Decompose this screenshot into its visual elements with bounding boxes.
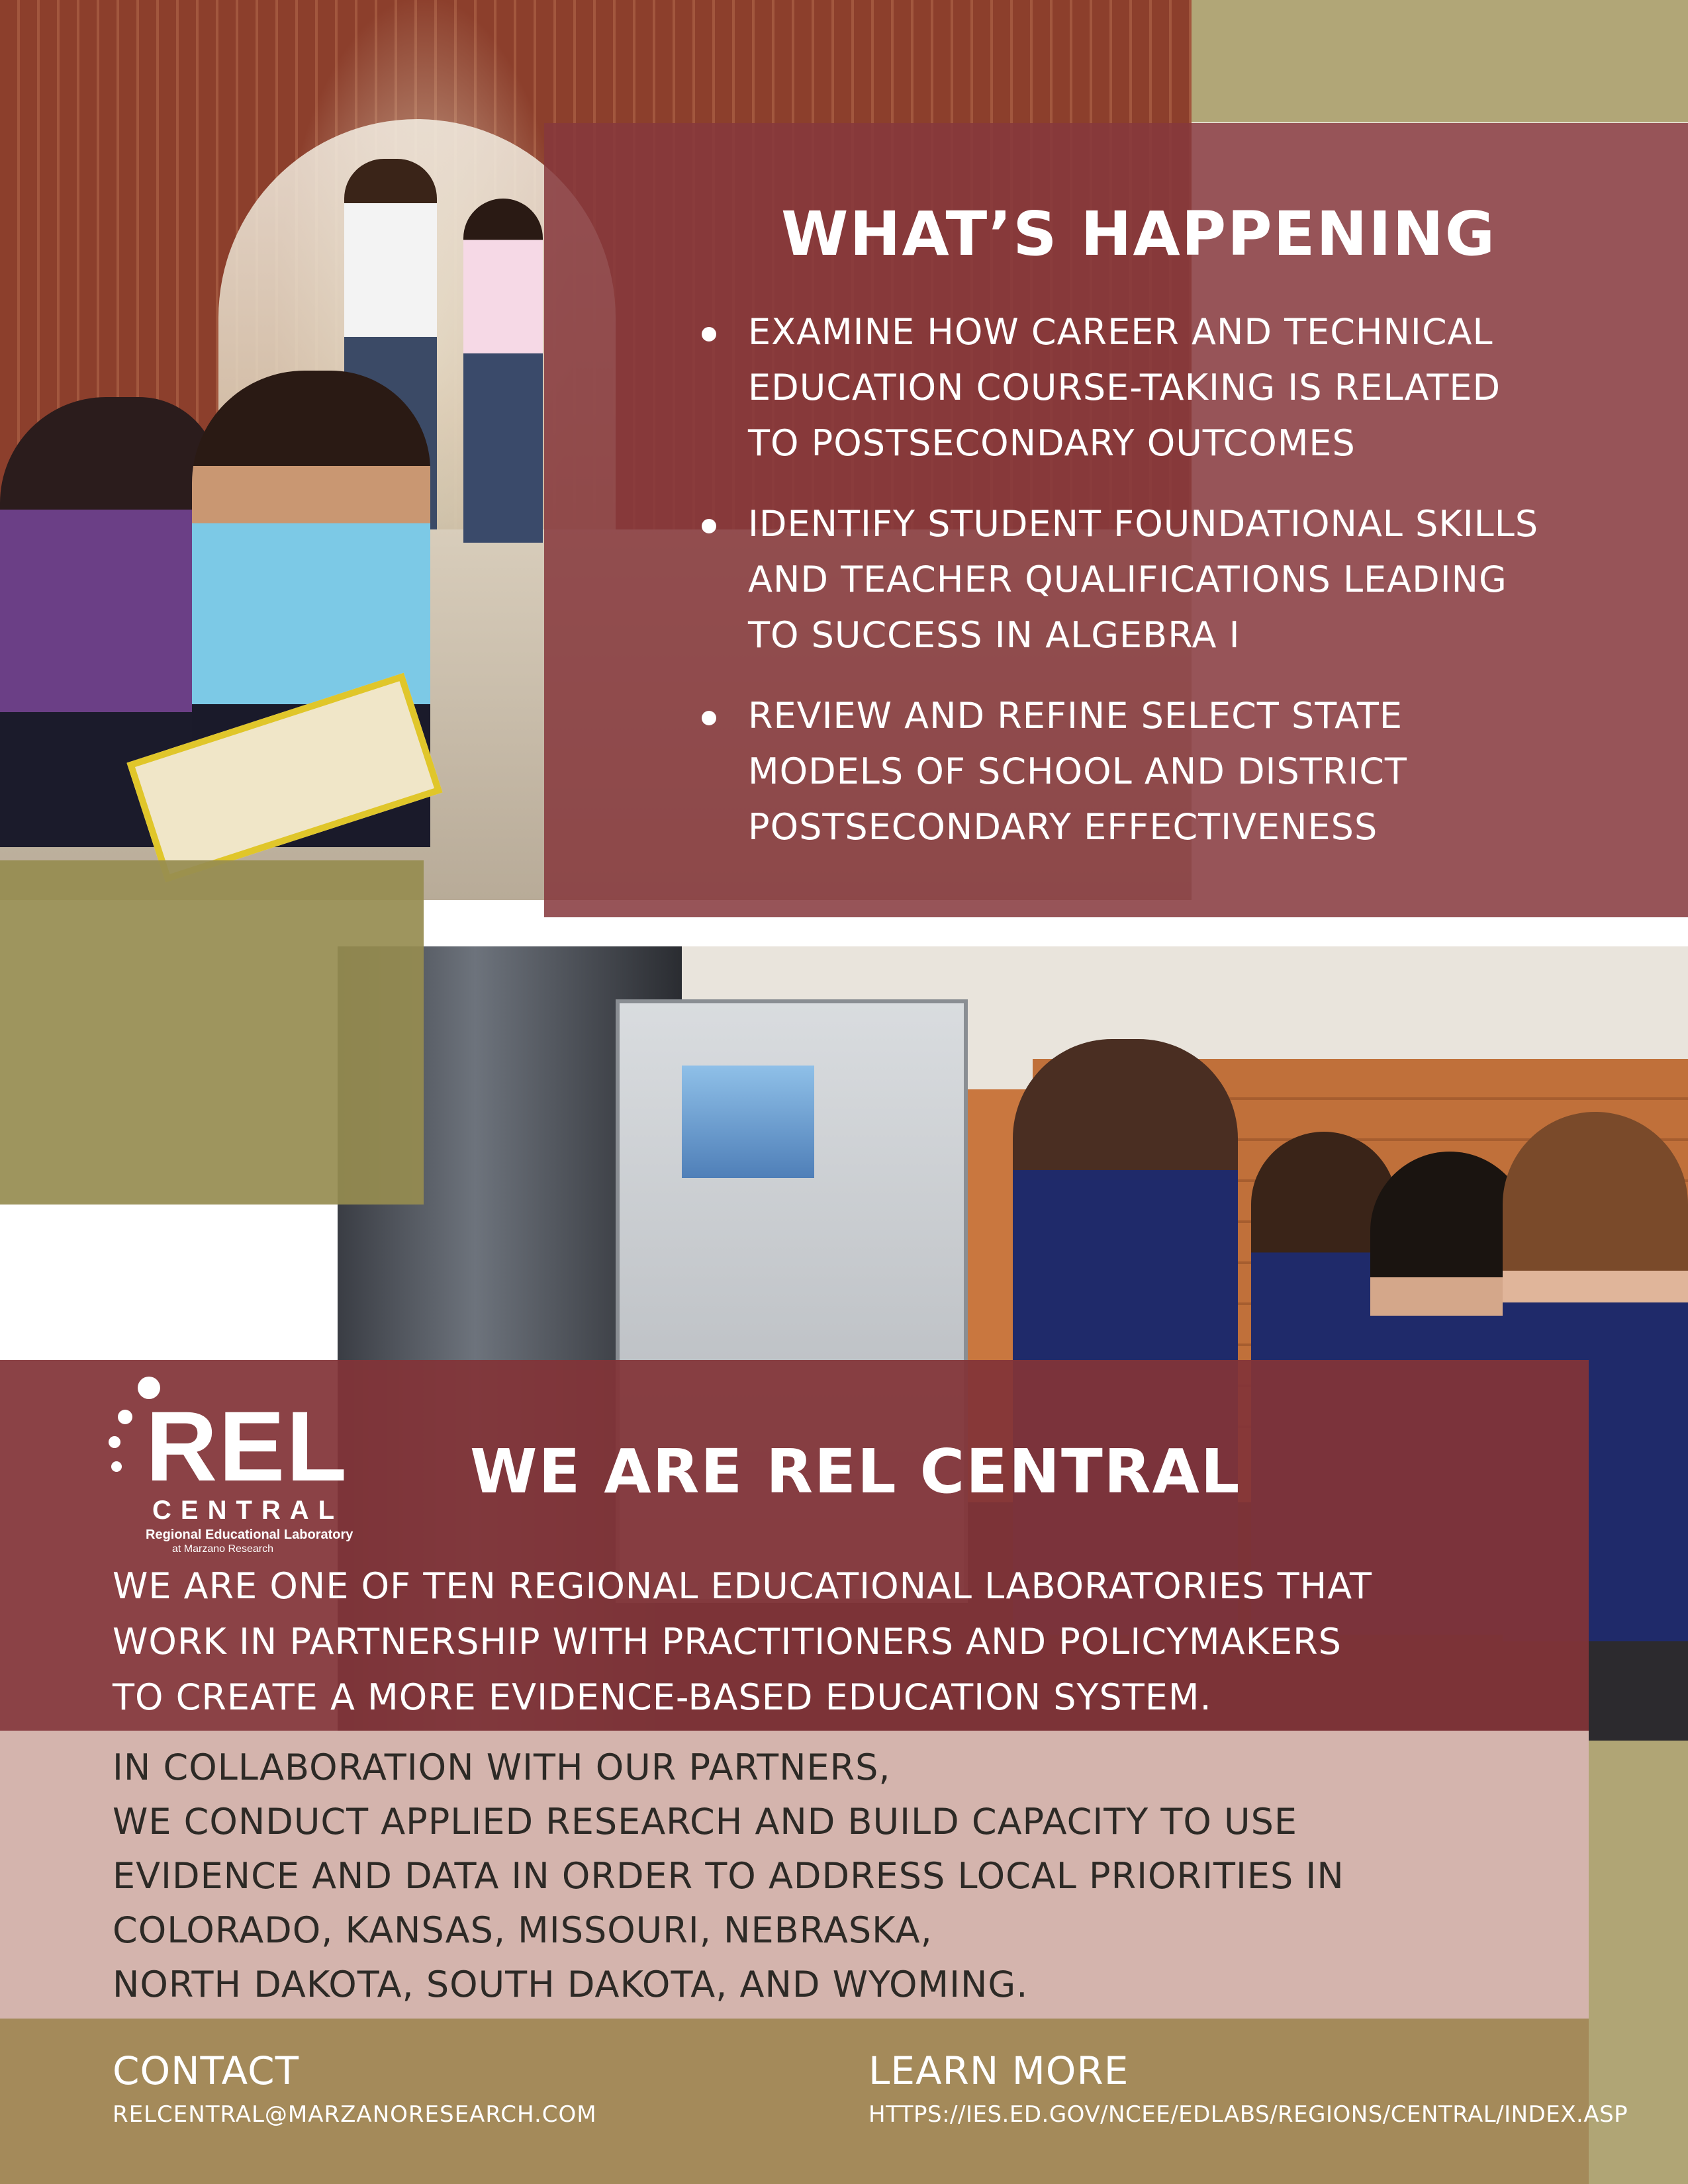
about-intro: WE ARE ONE OF TEN REGIONAL EDUCATIONAL L… xyxy=(113,1559,1436,1725)
olive-accent-block-left xyxy=(0,860,424,1205)
text-line: WE CONDUCT APPLIED RESEARCH AND BUILD CA… xyxy=(113,1801,1297,1843)
learn-more-link[interactable]: HTTPS://IES.ED.GOV/NCEE/EDLABS/REGIONS/C… xyxy=(868,2101,1628,2128)
text-line: TO CREATE A MORE EVIDENCE-BASED EDUCATIO… xyxy=(113,1676,1212,1718)
list-item: REVIEW AND REFINE SELECT STATE MODELS OF… xyxy=(702,688,1562,855)
about-detail: IN COLLABORATION WITH OUR PARTNERS, WE C… xyxy=(113,1741,1536,2012)
logo-tagline-2: at Marzano Research xyxy=(172,1543,273,1555)
about-title: WE ARE REL CENTRAL xyxy=(470,1436,1241,1507)
whats-happening-title: WHAT’S HAPPENING xyxy=(781,199,1497,269)
contact-email-link[interactable]: RELCENTRAL@MARZANORESEARCH.COM xyxy=(113,2101,597,2128)
bullet-icon xyxy=(702,327,716,341)
text-line: WE ARE ONE OF TEN REGIONAL EDUCATIONAL L… xyxy=(113,1565,1372,1607)
logo-subword: CENTRAL xyxy=(152,1496,344,1525)
list-item: IDENTIFY STUDENT FOUNDATIONAL SKILLS AND… xyxy=(702,496,1562,663)
text-line: COLORADO, KANSAS, MISSOURI, NEBRASKA, xyxy=(113,1909,933,1951)
learn-more-heading: LEARN MORE xyxy=(868,2048,1129,2093)
whats-happening-list: EXAMINE HOW CAREER AND TECHNICAL EDUCATI… xyxy=(702,304,1562,880)
logo-tagline: Regional Educational Laboratory xyxy=(146,1527,353,1542)
list-item: EXAMINE HOW CAREER AND TECHNICAL EDUCATI… xyxy=(702,304,1562,471)
logo-wordmark: REL xyxy=(146,1390,348,1502)
text-line: NORTH DAKOTA, SOUTH DAKOTA, AND WYOMING. xyxy=(113,1964,1029,2005)
text-line: EVIDENCE AND DATA IN ORDER TO ADDRESS LO… xyxy=(113,1855,1344,1897)
white-spacer xyxy=(0,1205,338,1357)
rel-central-logo: REL CENTRAL Regional Educational Laborat… xyxy=(99,1370,353,1555)
bullet-icon xyxy=(702,519,716,533)
text-line: WORK IN PARTNERSHIP WITH PRACTITIONERS A… xyxy=(113,1621,1342,1662)
olive-accent-block xyxy=(1192,0,1688,122)
text-line: IN COLLABORATION WITH OUR PARTNERS, xyxy=(113,1747,891,1788)
contact-heading: CONTACT xyxy=(113,2048,300,2093)
bullet-icon xyxy=(702,711,716,725)
